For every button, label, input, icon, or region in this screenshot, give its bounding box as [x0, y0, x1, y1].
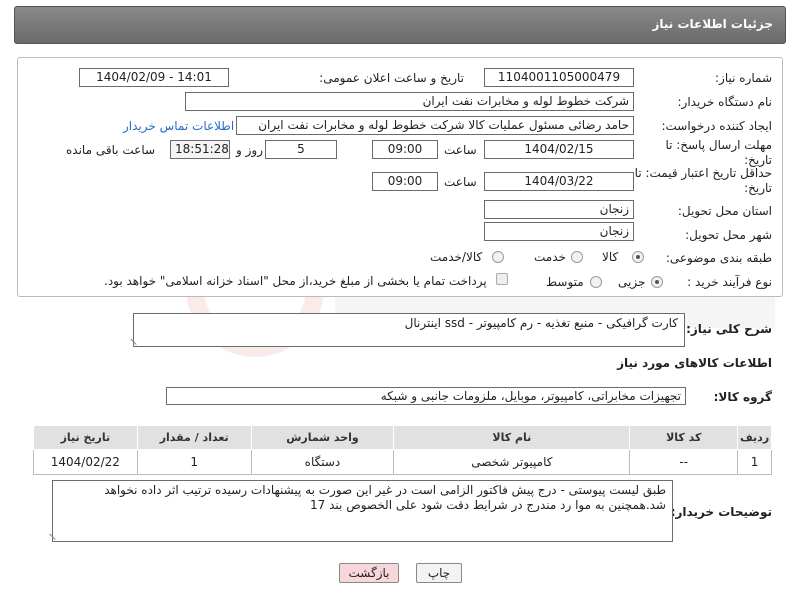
description-textarea[interactable]: کارت گرافیکی - منبع تغذیه - رم کامپیوتر … — [130, 313, 685, 347]
col-header-date: تاریخ نیاز — [33, 425, 138, 450]
announce-label: تاریخ و ساعت اعلان عمومی: — [319, 71, 464, 85]
announce-field: 1404/02/09 - 14:01 — [79, 68, 229, 87]
goods-section-title: اطلاعات کالاهای مورد نیاز — [617, 356, 772, 370]
process-label: نوع فرآیند خرید : — [687, 275, 772, 289]
province-label: استان محل تحویل: — [677, 204, 772, 218]
category-radio-goods-service[interactable] — [492, 251, 504, 263]
validity-label: حداقل تاریخ اعتبار قیمت: تا تاریخ: — [634, 166, 772, 195]
buyer-org-label: نام دستگاه خریدار: — [677, 95, 773, 109]
description-text: کارت گرافیکی - منبع تغذیه - رم کامپیوتر … — [404, 316, 678, 330]
treasury-checkbox[interactable] — [496, 273, 508, 285]
category-option-service: خدمت — [534, 250, 566, 264]
resize-handle-icon[interactable] — [49, 528, 61, 540]
city-label: شهر محل تحویل: — [685, 228, 772, 242]
deadline-time-label: ساعت — [444, 143, 477, 157]
validity-date-field: 1404/03/22 — [484, 172, 634, 191]
back-button[interactable]: بازگشت — [339, 563, 399, 583]
remaining-time-field: 18:51:28 — [170, 140, 230, 159]
remaining-label: ساعت باقی مانده — [66, 143, 156, 157]
category-option-goods-service: کالا/خدمت — [430, 250, 483, 264]
process-option-minor: جزیی — [618, 275, 646, 289]
cell-qty: 1 — [136, 449, 252, 475]
buyer-notes-textarea[interactable]: طبق لیست پیوستی - درج پیش فاکتور الزامی … — [49, 480, 673, 542]
buyer-org-field: شرکت خطوط لوله و مخابرات نفت ایران — [185, 92, 634, 111]
category-label: طبقه بندی موضوعی: — [665, 251, 772, 265]
category-radio-service[interactable] — [571, 251, 583, 263]
cell-code: -- — [629, 449, 739, 475]
cell-name: کامپیوتر شخصی — [393, 449, 631, 475]
province-field: زنجان — [484, 200, 634, 219]
city-field: زنجان — [484, 222, 634, 241]
process-radio-minor[interactable] — [651, 276, 663, 288]
print-button[interactable]: چاپ — [416, 563, 462, 583]
col-header-name: نام کالا — [393, 425, 631, 450]
description-label: شرح کلی نیاز: — [686, 322, 772, 336]
page-title: جزئیات اطلاعات نیاز — [652, 17, 773, 31]
col-header-unit: واحد شمارش — [250, 425, 395, 450]
validity-time-field: 09:00 — [372, 172, 438, 191]
resize-handle-icon[interactable] — [130, 333, 142, 345]
deadline-time-field: 09:00 — [372, 140, 438, 159]
days-label: روز و — [236, 143, 263, 157]
process-option-medium: متوسط — [546, 275, 584, 289]
payment-note: پرداخت تمام یا بخشی از مبلغ خرید،از محل … — [104, 274, 487, 288]
process-radio-medium[interactable] — [590, 276, 602, 288]
contact-info-link[interactable]: اطلاعات تماس خریدار — [123, 119, 234, 133]
buyer-notes-label: توضیحات خریدار: — [670, 505, 772, 519]
page-header: جزئیات اطلاعات نیاز — [14, 6, 786, 44]
goods-table: ردیف کد کالا نام کالا واحد شمارش تعداد /… — [33, 425, 772, 475]
col-header-qty: تعداد / مقدار — [136, 425, 252, 450]
col-header-row: ردیف — [737, 425, 772, 450]
validity-time-label: ساعت — [444, 175, 477, 189]
requester-field: حامد رضائی مسئول عملیات کالا شرکت خطوط ل… — [236, 116, 634, 135]
cell-unit: دستگاه — [250, 449, 395, 475]
deadline-date-field: 1404/02/15 — [484, 140, 634, 159]
goods-group-field: تجهیزات مخابراتی، کامپیوتر، موبایل، ملزو… — [166, 387, 686, 405]
deadline-label: مهلت ارسال پاسخ: تا تاریخ: — [665, 138, 772, 167]
col-header-code: کد کالا — [629, 425, 739, 450]
goods-group-label: گروه کالا: — [713, 390, 772, 404]
category-radio-goods[interactable] — [632, 251, 644, 263]
need-number-label: شماره نیاز: — [715, 71, 772, 85]
table-row[interactable]: 1 -- کامپیوتر شخصی دستگاه 1 1404/02/22 — [33, 449, 772, 475]
category-option-goods: کالا — [602, 250, 619, 264]
days-field: 5 — [265, 140, 337, 159]
cell-row-number: 1 — [737, 449, 772, 475]
need-number-field: 1104001105000479 — [484, 68, 634, 87]
buyer-notes-text: طبق لیست پیوستی - درج پیش فاکتور الزامی … — [104, 483, 666, 512]
cell-date: 1404/02/22 — [33, 449, 138, 475]
requester-label: ایجاد کننده درخواست: — [661, 119, 772, 133]
